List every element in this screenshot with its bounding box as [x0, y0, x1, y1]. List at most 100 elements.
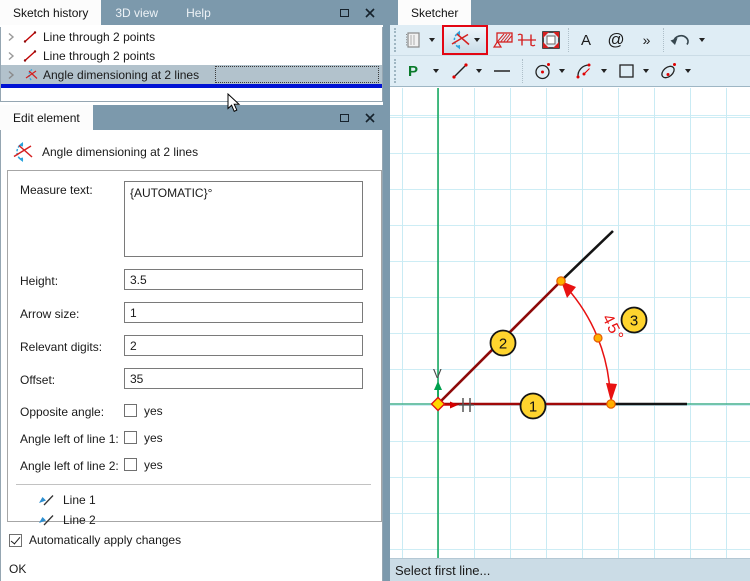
- maximize-button[interactable]: [331, 105, 357, 130]
- dropdown-arrow-icon[interactable]: [699, 38, 705, 42]
- checkbox-option-label: yes: [144, 430, 163, 445]
- tree-item-label: Line through 2 points: [43, 29, 156, 44]
- status-message: Select first line...: [395, 562, 491, 578]
- line-icon: [23, 49, 37, 62]
- close-button[interactable]: [357, 105, 383, 130]
- tree-row-angle-dimensioning[interactable]: Angle dimensioning at 2 lines: [1, 65, 382, 84]
- angle-dimension-icon: [451, 30, 470, 50]
- frame-dimension-button[interactable]: [539, 27, 563, 53]
- dropdown-arrow-icon[interactable]: [685, 69, 691, 73]
- overflow-chevrons-icon: »: [642, 32, 651, 48]
- point-tool-button[interactable]: P: [401, 58, 425, 84]
- circle-tool-icon: [535, 63, 550, 80]
- dropdown-arrow-icon[interactable]: [643, 69, 649, 73]
- auto-apply-checkbox[interactable]: [9, 533, 22, 547]
- parameters-groupbox: Measure text: {AUTOMATIC}° Height: Arrow…: [7, 170, 382, 527]
- close-icon: [365, 7, 375, 18]
- tab-help[interactable]: Help: [172, 0, 225, 25]
- expander-icon[interactable]: [6, 32, 16, 42]
- dock-divider[interactable]: [383, 0, 390, 581]
- horizontal-line-tool-button[interactable]: [490, 58, 514, 84]
- sketch-view-icon: [406, 32, 420, 48]
- dropdown-arrow-icon[interactable]: [474, 38, 480, 42]
- drop-indicator-line: [1, 84, 382, 88]
- arc-tool-button[interactable]: [573, 58, 597, 84]
- tab-sketcher[interactable]: Sketcher: [398, 0, 472, 25]
- height-input[interactable]: [124, 269, 363, 290]
- toolbar-grip[interactable]: [394, 59, 398, 83]
- rectangle-tool-button[interactable]: [615, 58, 639, 84]
- height-label: Height:: [20, 273, 59, 288]
- tree-row-line-1[interactable]: Line through 2 points: [1, 27, 382, 46]
- tree-row-line-2[interactable]: Line through 2 points: [1, 46, 382, 65]
- angle-dimension-arc[interactable]: [566, 287, 611, 393]
- height-row: Height:: [20, 269, 371, 290]
- maximize-button[interactable]: [331, 0, 357, 25]
- focus-rectangle: [215, 66, 379, 83]
- slope-dimension-button[interactable]: [491, 27, 515, 53]
- dropdown-arrow-icon[interactable]: [476, 69, 482, 73]
- text-tool-icon: A: [580, 31, 591, 49]
- element-header: Angle dimensioning at 2 lines: [1, 130, 382, 162]
- measure-text-row: Measure text: {AUTOMATIC}°: [20, 181, 371, 257]
- relevant-digits-row: Relevant digits:: [20, 335, 371, 356]
- endpoint-line-1[interactable]: [606, 399, 616, 409]
- offset-input[interactable]: [124, 368, 363, 389]
- y-axis-arrowhead-icon: [434, 381, 442, 390]
- offset-row: Offset:: [20, 368, 371, 389]
- measure-text-input[interactable]: {AUTOMATIC}°: [124, 181, 363, 257]
- text-tool-button[interactable]: A: [574, 27, 598, 53]
- measure-text-label: Measure text:: [20, 183, 93, 197]
- frame-dimension-icon: [542, 31, 560, 49]
- relevant-digits-label: Relevant digits:: [20, 339, 103, 354]
- toolbar-overflow-button[interactable]: »: [634, 27, 658, 53]
- dropdown-arrow-icon[interactable]: [433, 69, 439, 73]
- expander-icon[interactable]: [6, 70, 16, 80]
- toolbar-separator: [568, 28, 569, 52]
- distance-dimension-button[interactable]: [515, 27, 539, 53]
- angle-left-line1-checkbox[interactable]: [124, 431, 137, 444]
- relevant-digits-input[interactable]: [124, 335, 363, 356]
- line-1-item[interactable]: Line 1: [38, 491, 371, 508]
- line-icon: [23, 30, 37, 43]
- angle-left-line2-checkbox[interactable]: [124, 458, 137, 471]
- edit-element-titlebar: Edit element: [0, 105, 383, 130]
- arrow-size-input[interactable]: [124, 302, 363, 323]
- sketch-canvas[interactable]: V 45° 1 2 3: [390, 88, 750, 558]
- badge-3: 3: [620, 306, 648, 334]
- tab-sketch-history[interactable]: Sketch history: [0, 0, 102, 25]
- arrow-size-label: Arrow size:: [20, 306, 80, 321]
- angle-dimension-tool-active[interactable]: [442, 25, 488, 55]
- expander-icon[interactable]: [6, 51, 16, 61]
- sketch-drawing: V 45° 1 2 3: [390, 88, 750, 558]
- ok-button[interactable]: OK: [9, 562, 382, 576]
- auto-apply-row: Automatically apply changes: [9, 533, 382, 547]
- status-bar: Select first line...: [390, 558, 750, 581]
- construction-line-diagonal[interactable]: [560, 230, 614, 282]
- line-2-label: Line 2: [63, 512, 96, 527]
- toolbar-separator: [522, 59, 523, 83]
- dimension-handle-point[interactable]: [593, 333, 603, 343]
- sketch-view-button[interactable]: [401, 27, 425, 53]
- dropdown-arrow-icon[interactable]: [601, 69, 607, 73]
- dropdown-arrow-icon[interactable]: [429, 38, 435, 42]
- opposite-angle-checkbox[interactable]: [124, 404, 137, 417]
- line-2-item[interactable]: Line 2: [38, 511, 371, 528]
- badge-1: 1: [519, 392, 547, 420]
- at-icon: @: [607, 30, 625, 49]
- dropdown-arrow-icon[interactable]: [559, 69, 565, 73]
- undo-button[interactable]: [669, 27, 693, 53]
- angle-left-line1-label: Angle left of line 1:: [20, 431, 119, 446]
- line-tool-button[interactable]: [448, 58, 472, 84]
- circle-tool-button[interactable]: [531, 58, 555, 84]
- close-button[interactable]: [357, 0, 383, 25]
- ellipse-tool-button[interactable]: [657, 58, 681, 84]
- line-tool-icon: [452, 63, 468, 79]
- reference-tool-button[interactable]: @: [604, 27, 628, 53]
- tab-3d-view[interactable]: 3D view: [101, 0, 172, 25]
- endpoint-line-2[interactable]: [556, 276, 566, 286]
- edit-element-panel: Edit element Angle dimensioning at 2 lin…: [0, 105, 383, 581]
- toolbar-grip[interactable]: [394, 28, 398, 52]
- sketch-history-panel: Sketch history 3D view Help Line through…: [0, 0, 383, 112]
- tab-edit-element[interactable]: Edit element: [0, 105, 93, 130]
